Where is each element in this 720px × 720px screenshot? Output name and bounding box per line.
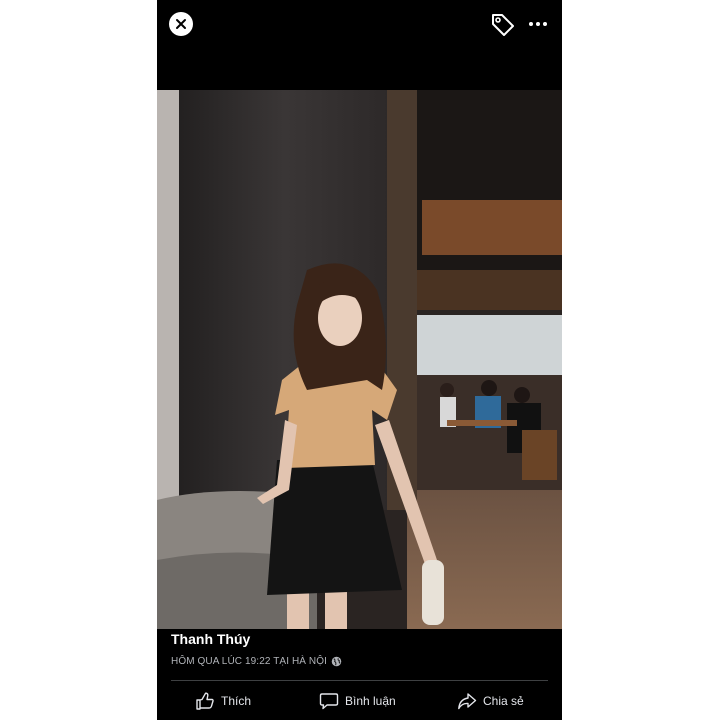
post-timestamp[interactable]: HÔM QUA LÚC 19:22 TẠI HÀ NỘI (171, 656, 327, 667)
tag-button[interactable] (489, 10, 517, 38)
actions-divider (171, 680, 548, 681)
more-options-dot (536, 22, 540, 26)
more-options-dot (543, 22, 547, 26)
close-button[interactable] (169, 12, 193, 36)
tag-icon (492, 14, 514, 36)
more-options-button[interactable] (525, 14, 551, 34)
more-options-icon (529, 22, 533, 26)
share-icon (458, 693, 477, 710)
like-label: Thích (221, 694, 252, 708)
photo-illustration (157, 90, 562, 629)
thumbs-up-icon (196, 692, 214, 710)
photo-viewer: Thanh Thúy HÔM QUA LÚC 19:22 TẠI HÀ NỘI … (157, 0, 562, 720)
post-actions: Thích Bình luận Chia sẻ (157, 684, 562, 716)
comment-label: Bình luận (345, 694, 396, 708)
author-name[interactable]: Thanh Thúy (171, 630, 551, 648)
comment-icon (319, 693, 339, 710)
viewer-top-bar (157, 0, 562, 90)
share-button[interactable]: Chia sẻ (457, 688, 524, 714)
post-meta: HÔM QUA LÚC 19:22 TẠI HÀ NỘI (171, 654, 551, 668)
comment-button[interactable]: Bình luận (319, 688, 396, 714)
close-icon (176, 19, 186, 29)
post-photo[interactable] (157, 90, 562, 629)
globe-icon (331, 656, 342, 666)
post-info: Thanh Thúy HÔM QUA LÚC 19:22 TẠI HÀ NỘI (171, 630, 551, 668)
like-button[interactable]: Thích (195, 688, 251, 714)
share-label: Chia sẻ (483, 694, 524, 708)
